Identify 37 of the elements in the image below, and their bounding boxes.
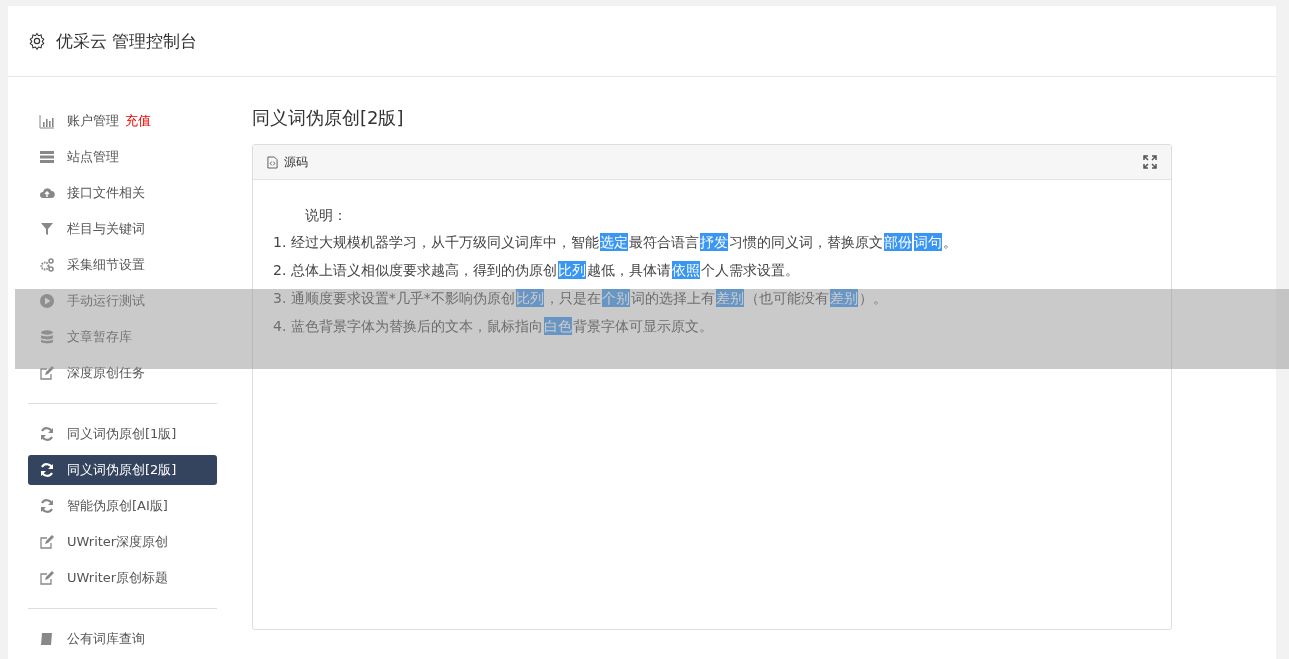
description-heading: 说明： bbox=[304, 206, 348, 225]
recharge-link[interactable]: 充值 bbox=[125, 112, 151, 130]
play-icon bbox=[39, 293, 55, 309]
sidebar-item[interactable]: 深度原创任务 bbox=[28, 355, 217, 391]
code-file-icon bbox=[267, 155, 278, 169]
edit-icon bbox=[39, 570, 55, 586]
sidebar-item[interactable]: 账户管理 充值 bbox=[28, 103, 217, 139]
sidebar-item[interactable]: 接口文件相关 bbox=[28, 175, 217, 211]
sidebar-item[interactable]: 栏目与关键词 bbox=[28, 211, 217, 247]
sidebar-item[interactable]: 采集细节设置 bbox=[28, 247, 217, 283]
description-line: 4. 蓝色背景字体为替换后的文本，鼠标指向 白色背景字体可显示原文。 bbox=[273, 316, 714, 337]
sidebar-item[interactable]: 智能伪原创[AI版] bbox=[28, 488, 217, 524]
edit-icon bbox=[39, 365, 55, 381]
sidebar-item[interactable]: 公有词库查询 bbox=[28, 621, 217, 657]
description-line: 2. 总体上语义相似度要求越高，得到的伪原创 比列越低，具体请依照个人需求设置。 bbox=[273, 260, 800, 281]
sidebar-item[interactable]: UWriter原创标题 bbox=[28, 560, 217, 596]
source-button[interactable]: 源码 bbox=[267, 153, 308, 171]
edit-icon bbox=[39, 534, 55, 550]
gears-icon bbox=[39, 257, 55, 273]
description-line: 1. 经过大规模机器学习，从千万级同义词库中，智能选定最符合语言抒发习惯的同义词，替换原文部份词句。 bbox=[273, 232, 958, 253]
cloud-upload-icon bbox=[39, 185, 55, 201]
refresh-icon bbox=[39, 462, 55, 478]
filter-icon bbox=[39, 221, 55, 237]
sidebar-item[interactable]: UWriter深度原创 bbox=[28, 524, 217, 560]
bar-chart-icon bbox=[39, 113, 55, 129]
console-title: 优采云 管理控制台 bbox=[56, 29, 198, 53]
sidebar-item[interactable]: 站点管理 bbox=[28, 139, 217, 175]
settings-icon bbox=[28, 32, 46, 50]
refresh-icon bbox=[39, 498, 55, 514]
server-icon bbox=[39, 149, 55, 165]
refresh-icon bbox=[39, 426, 55, 442]
sidebar-item[interactable]: 同义词伪原创[1版] bbox=[28, 416, 217, 452]
sidebar-item[interactable]: 同义词伪原创[2版] bbox=[28, 455, 217, 485]
fullscreen-icon[interactable] bbox=[1143, 155, 1157, 169]
database-icon bbox=[39, 329, 55, 345]
page-title: 同义词伪原创[2版] bbox=[252, 106, 405, 130]
description-line: 3. 通顺度要求设置*几乎*不影响伪原创 比列，只是在个别词的选择上有差别（也可能没有差别）。 bbox=[273, 288, 888, 309]
